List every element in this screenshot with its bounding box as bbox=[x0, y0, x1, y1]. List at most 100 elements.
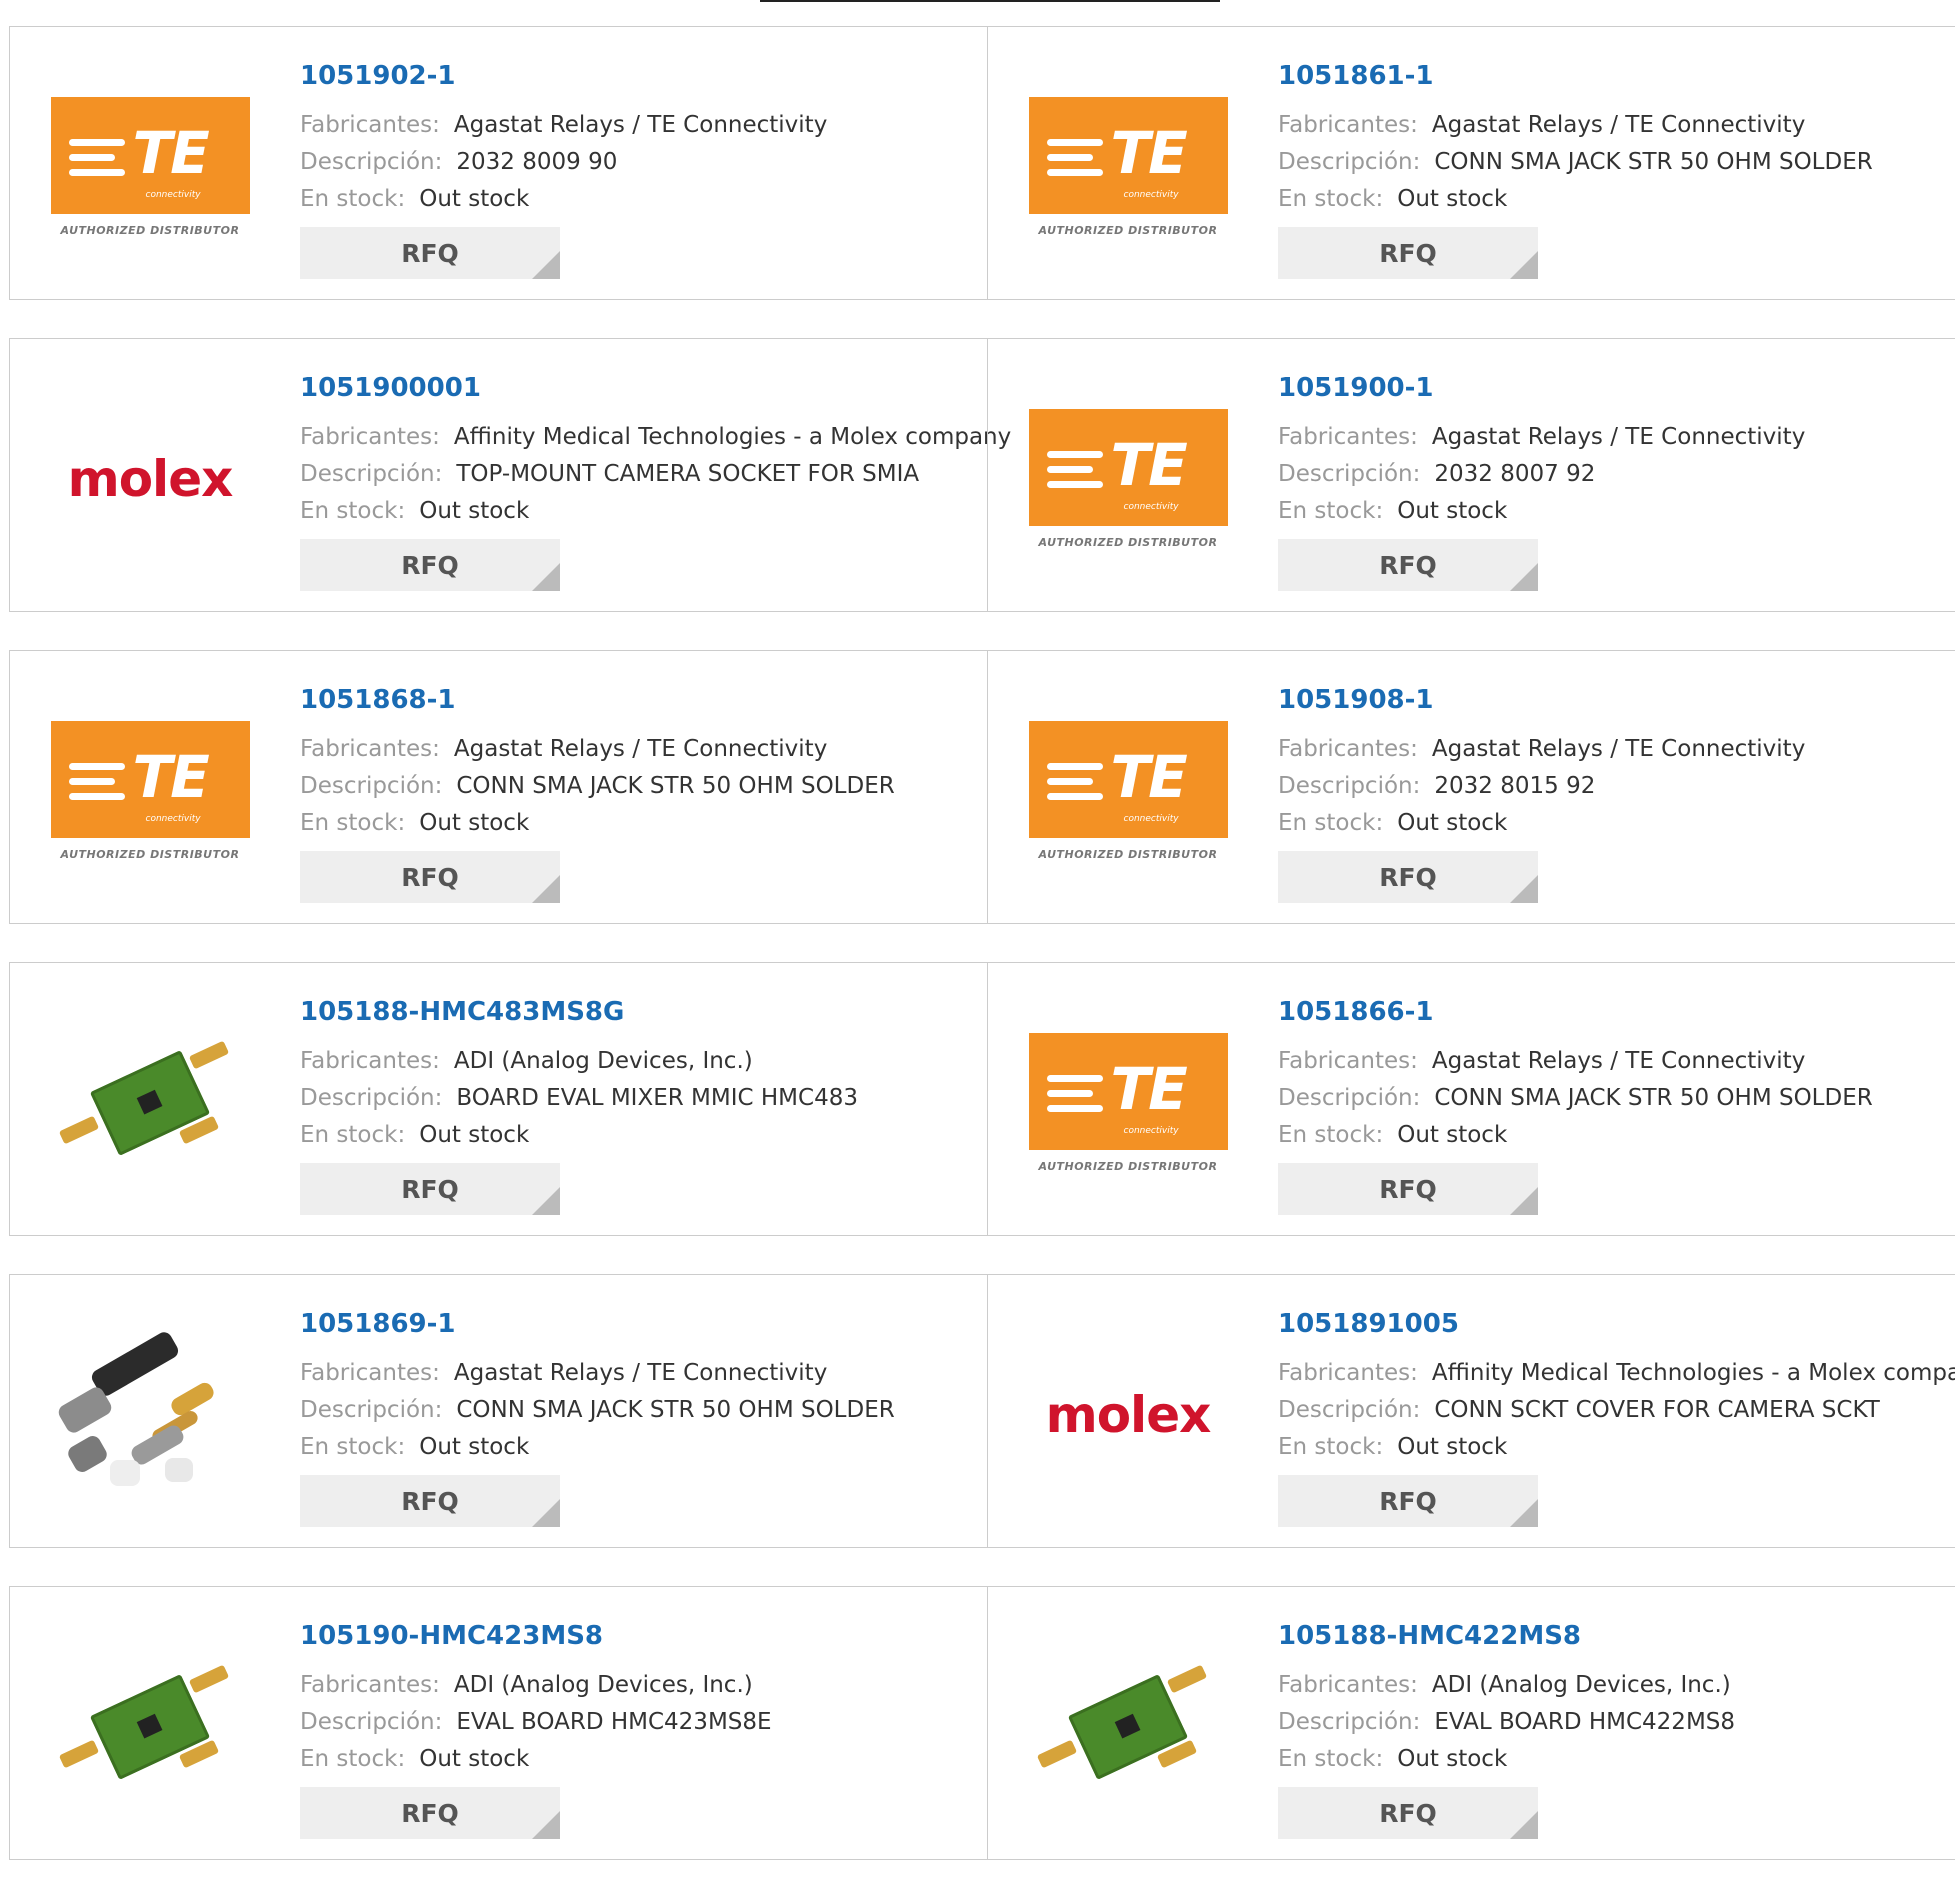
manufacturer-value: Agastat Relays / TE Connectivity bbox=[453, 1360, 828, 1386]
stock-row: En stock: Out stock bbox=[1278, 498, 1507, 524]
part-number-link[interactable]: 105190-HMC423MS8 bbox=[300, 1621, 603, 1651]
manufacturer-row: Fabricantes: Agastat Relays / TE Connecti… bbox=[1278, 424, 1805, 450]
description-label: Descripción: bbox=[300, 773, 443, 799]
te-logo-text: TE bbox=[1110, 1055, 1188, 1123]
manufacturer-label: Fabricantes: bbox=[300, 1048, 440, 1074]
te-connectivity-logo[interactable]: TE connectivity AUTHORIZED DISTRIBUTOR bbox=[1028, 716, 1228, 866]
description-value: CONN SMA JACK STR 50 OHM SOLDER bbox=[1434, 1085, 1873, 1111]
stock-label: En stock: bbox=[1278, 1122, 1384, 1148]
stock-row: En stock: Out stock bbox=[300, 186, 529, 212]
manufacturer-label: Fabricantes: bbox=[1278, 1672, 1418, 1698]
manufacturer-label: Fabricantes: bbox=[300, 1672, 440, 1698]
rfq-button[interactable]: RFQ bbox=[300, 539, 560, 591]
part-number-link[interactable]: 1051908-1 bbox=[1278, 685, 1434, 715]
eval-board-photo[interactable] bbox=[1028, 1652, 1228, 1802]
molex-logo[interactable]: molex bbox=[1028, 1340, 1228, 1490]
part-number-link[interactable]: 1051866-1 bbox=[1278, 997, 1434, 1027]
chip-shape bbox=[136, 1713, 163, 1739]
part-number-link[interactable]: 1051891005 bbox=[1278, 1309, 1459, 1339]
part-number-link[interactable]: 1051861-1 bbox=[1278, 61, 1434, 91]
chip-shape bbox=[136, 1089, 163, 1115]
product-row: 105188-HMC483MS8G Fabricantes: ADI (Analog… bbox=[9, 962, 1955, 1236]
rfq-button[interactable]: RFQ bbox=[300, 1163, 560, 1215]
part-number-link[interactable]: 1051902-1 bbox=[300, 61, 456, 91]
manufacturer-label: Fabricantes: bbox=[1278, 1360, 1418, 1386]
sma-connector-shape bbox=[188, 1664, 230, 1694]
molex-logo[interactable]: molex bbox=[50, 404, 250, 554]
stock-label: En stock: bbox=[1278, 1434, 1384, 1460]
description-row: Descripción: EVAL BOARD HMC423MS8E bbox=[300, 1709, 772, 1735]
rfq-button[interactable]: RFQ bbox=[300, 1475, 560, 1527]
stock-row: En stock: Out stock bbox=[1278, 1746, 1507, 1772]
product-card: TE connectivity AUTHORIZED DISTRIBUTOR 1051… bbox=[10, 27, 987, 299]
manufacturer-value: Affinity Medical Technologies - a Molex … bbox=[453, 424, 1012, 450]
rfq-button[interactable]: RFQ bbox=[300, 851, 560, 903]
part-number-link[interactable]: 1051900001 bbox=[300, 373, 481, 403]
description-label: Descripción: bbox=[1278, 149, 1421, 175]
description-row: Descripción: 2032 8009 90 bbox=[300, 149, 617, 175]
manufacturer-label: Fabricantes: bbox=[300, 736, 440, 762]
stock-row: En stock: Out stock bbox=[300, 1434, 529, 1460]
molex-logo-text: molex bbox=[1045, 1386, 1212, 1444]
connector-kit-photo[interactable] bbox=[50, 1329, 250, 1490]
eval-board-image bbox=[1028, 1652, 1228, 1802]
rfq-button[interactable]: RFQ bbox=[300, 227, 560, 279]
description-label: Descripción: bbox=[300, 1397, 443, 1423]
te-connectivity-logo[interactable]: TE connectivity AUTHORIZED DISTRIBUTOR bbox=[1028, 92, 1228, 242]
te-connectivity-logo[interactable]: TE connectivity AUTHORIZED DISTRIBUTOR bbox=[50, 716, 250, 866]
part-number-link[interactable]: 1051868-1 bbox=[300, 685, 456, 715]
authorized-distributor-text: AUTHORIZED DISTRIBUTOR bbox=[1038, 224, 1218, 237]
stock-row: En stock: Out stock bbox=[1278, 1122, 1507, 1148]
stock-row: En stock: Out stock bbox=[1278, 810, 1507, 836]
stock-value: Out stock bbox=[1397, 498, 1508, 524]
rfq-button[interactable]: RFQ bbox=[1278, 227, 1538, 279]
sma-connector-shape bbox=[58, 1739, 100, 1769]
te-connectivity-logo[interactable]: TE connectivity AUTHORIZED DISTRIBUTOR bbox=[50, 92, 250, 242]
stock-value: Out stock bbox=[1397, 810, 1508, 836]
stock-label: En stock: bbox=[1278, 810, 1384, 836]
manufacturer-row: Fabricantes: Agastat Relays / TE Connecti… bbox=[300, 1360, 827, 1386]
rfq-button[interactable]: RFQ bbox=[300, 1787, 560, 1839]
stock-label: En stock: bbox=[1278, 498, 1384, 524]
rfq-button[interactable]: RFQ bbox=[1278, 1475, 1538, 1527]
authorized-distributor-text: AUTHORIZED DISTRIBUTOR bbox=[60, 224, 240, 237]
eval-board-photo[interactable] bbox=[50, 1652, 250, 1802]
part-number-link[interactable]: 1051869-1 bbox=[300, 1309, 456, 1339]
te-logo-box: TE connectivity bbox=[50, 97, 250, 214]
description-value: BOARD EVAL MIXER MMIC HMC483 bbox=[456, 1085, 858, 1111]
manufacturer-row: Fabricantes: Agastat Relays / TE Connecti… bbox=[300, 736, 827, 762]
manufacturer-label: Fabricantes: bbox=[300, 424, 440, 450]
manufacturer-value: Agastat Relays / TE Connectivity bbox=[1431, 1048, 1806, 1074]
eval-board-photo[interactable] bbox=[50, 1028, 250, 1178]
product-card: molex 1051891005 Fabricantes: Affinity Medi… bbox=[987, 1275, 1955, 1547]
description-label: Descripción: bbox=[1278, 1085, 1421, 1111]
product-row: 1051869-1 Fabricantes: Agastat Relays / TE… bbox=[9, 1274, 1955, 1548]
top-divider bbox=[760, 0, 1220, 2]
description-row: Descripción: CONN SMA JACK STR 50 OHM SOL… bbox=[300, 1397, 895, 1423]
stock-label: En stock: bbox=[300, 1746, 406, 1772]
te-logo-subtext: connectivity bbox=[145, 814, 201, 824]
manufacturer-label: Fabricantes: bbox=[1278, 424, 1418, 450]
part-number-link[interactable]: 105188-HMC422MS8 bbox=[1278, 1621, 1581, 1651]
stock-label: En stock: bbox=[300, 498, 406, 524]
te-connectivity-logo[interactable]: TE connectivity AUTHORIZED DISTRIBUTOR bbox=[1028, 1028, 1228, 1178]
sma-connector-shape bbox=[1166, 1664, 1208, 1694]
manufacturer-row: Fabricantes: ADI (Analog Devices, Inc.) bbox=[1278, 1672, 1731, 1698]
description-row: Descripción: 2032 8007 92 bbox=[1278, 461, 1595, 487]
manufacturer-value: ADI (Analog Devices, Inc.) bbox=[1431, 1672, 1731, 1698]
te-connectivity-logo[interactable]: TE connectivity AUTHORIZED DISTRIBUTOR bbox=[1028, 404, 1228, 554]
stock-value: Out stock bbox=[419, 186, 530, 212]
description-label: Descripción: bbox=[1278, 1397, 1421, 1423]
part-number-link[interactable]: 1051900-1 bbox=[1278, 373, 1434, 403]
rfq-button[interactable]: RFQ bbox=[1278, 1163, 1538, 1215]
description-row: Descripción: CONN SMA JACK STR 50 OHM SOL… bbox=[300, 773, 895, 799]
te-logo-box: TE connectivity bbox=[1028, 409, 1228, 526]
rfq-button[interactable]: RFQ bbox=[1278, 851, 1538, 903]
stock-value: Out stock bbox=[1397, 1434, 1508, 1460]
description-label: Descripción: bbox=[300, 149, 443, 175]
chip-shape bbox=[1114, 1713, 1141, 1739]
part-number-link[interactable]: 105188-HMC483MS8G bbox=[300, 997, 624, 1027]
product-row: molex 1051900001 Fabricantes: Affinity Medi… bbox=[9, 338, 1955, 612]
rfq-button[interactable]: RFQ bbox=[1278, 539, 1538, 591]
rfq-button[interactable]: RFQ bbox=[1278, 1787, 1538, 1839]
